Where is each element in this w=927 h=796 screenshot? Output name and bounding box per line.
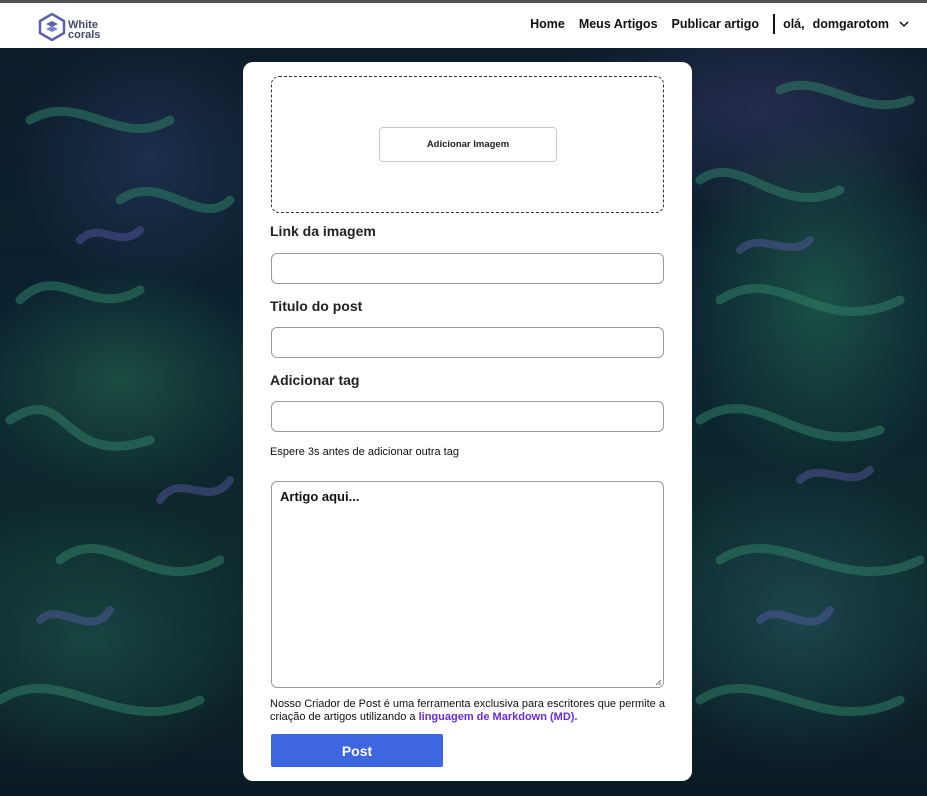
image-link-label: Link da imagem — [270, 223, 376, 239]
add-image-button[interactable]: Adicionar Imagem — [379, 127, 557, 162]
user-menu[interactable]: olá, domgarotom — [783, 17, 909, 31]
chevron-down-icon — [899, 21, 909, 28]
tag-input[interactable] — [271, 401, 664, 432]
top-navbar: White corals Home Meus Artigos Publicar … — [0, 0, 927, 48]
nav-home-link[interactable]: Home — [530, 17, 565, 31]
user-name: domgarotom — [812, 17, 889, 31]
add-tag-label: Adicionar tag — [270, 372, 360, 388]
post-title-label: Titulo do post — [270, 298, 363, 314]
tag-hint: Espere 3s antes de adicionar outra tag — [270, 446, 459, 458]
user-greeting: olá, — [783, 17, 805, 31]
main-nav: Home Meus Artigos Publicar artigo olá, d… — [516, 14, 909, 34]
nav-my-articles-link[interactable]: Meus Artigos — [579, 17, 658, 31]
white-corals-logo-icon — [38, 12, 66, 46]
image-link-input[interactable] — [271, 253, 664, 284]
post-title-input[interactable] — [271, 327, 664, 358]
markdown-link[interactable]: linguagem de Markdown (MD). — [419, 711, 578, 723]
markdown-note: Nosso Criador de Post é uma ferramenta e… — [270, 698, 670, 724]
logo-line-1: White — [68, 18, 98, 31]
image-dropzone[interactable]: Adicionar Imagem — [271, 76, 664, 213]
resize-grip-icon[interactable] — [655, 679, 662, 686]
nav-divider — [773, 14, 776, 34]
logo[interactable]: White corals — [38, 12, 101, 46]
article-textarea[interactable] — [271, 481, 664, 688]
post-editor-card: Adicionar Imagem Link da imagem Titulo d… — [243, 62, 692, 781]
logo-text: White corals — [68, 18, 101, 41]
post-button[interactable]: Post — [271, 734, 443, 767]
nav-publish-article-link[interactable]: Publicar artigo — [672, 17, 760, 31]
logo-line-2: corals — [68, 28, 101, 41]
